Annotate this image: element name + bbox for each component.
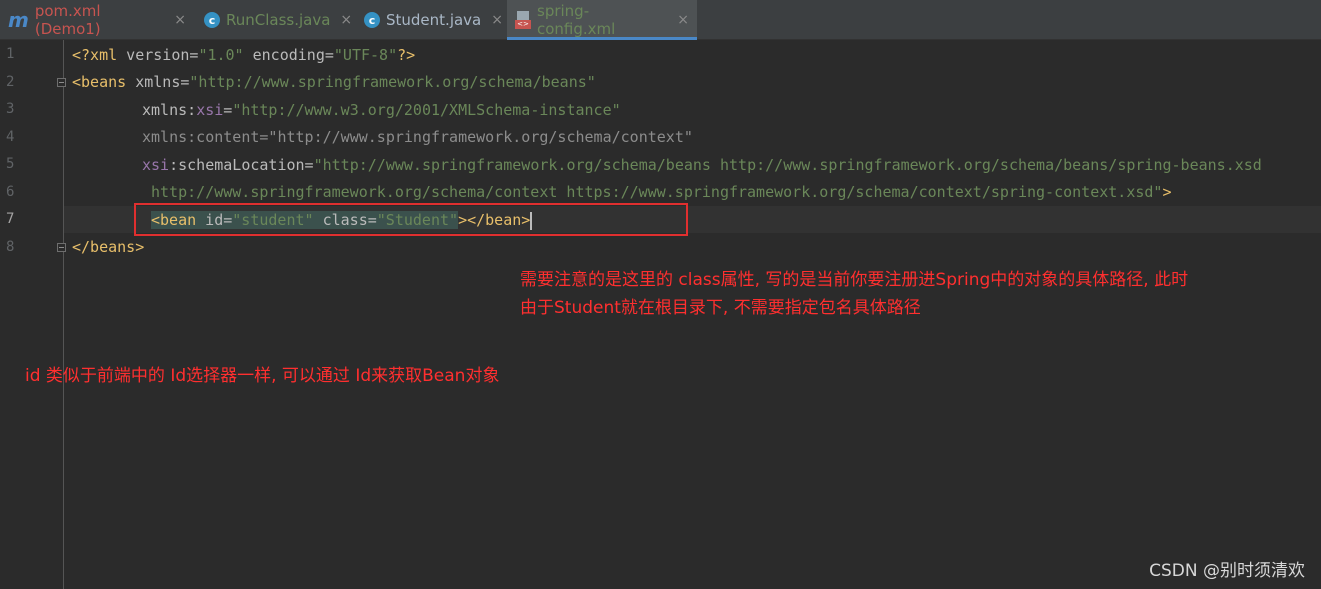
tab-label: Student.java	[386, 11, 482, 29]
java-class-icon: c	[364, 12, 380, 28]
tab-label: RunClass.java	[226, 11, 331, 29]
line-number-gutter[interactable]: 1 2 3 4 5 6 7 8	[0, 40, 66, 589]
line-number: 5	[6, 156, 15, 172]
code-line-8[interactable]: </beans>	[72, 234, 144, 261]
code-line-6[interactable]: http://www.springframework.org/schema/co…	[151, 179, 1171, 206]
line-number: 3	[6, 101, 15, 117]
code-line-3[interactable]: xmlns:xsi="http://www.w3.org/2001/XMLSch…	[142, 97, 621, 124]
close-icon[interactable]: ×	[340, 12, 352, 28]
tab-runclass-java[interactable]: c RunClass.java ×	[196, 0, 354, 40]
class-attribute-note: 需要注意的是这里的 class属性, 写的是当前你要注册进Spring中的对象的…	[520, 270, 1189, 290]
line-number: 2	[6, 74, 15, 90]
class-attribute-note-cont: 由于Student就在根目录下, 不需要指定包名具体路径	[520, 298, 921, 318]
tab-spring-config-xml[interactable]: <> spring-config.xml ×	[507, 0, 697, 40]
tab-label: spring-config.xml	[537, 2, 616, 38]
line-number: 8	[6, 239, 15, 255]
code-line-2[interactable]: <beans xmlns="http://www.springframework…	[72, 69, 596, 96]
line-number: 4	[6, 129, 15, 145]
code-line-5[interactable]: xsi:schemaLocation="http://www.springfra…	[142, 152, 1262, 179]
tab-student-java[interactable]: c Student.java ×	[356, 0, 504, 40]
line-number: 7	[6, 211, 15, 227]
java-class-icon: c	[204, 12, 220, 28]
close-icon[interactable]: ×	[677, 12, 689, 28]
id-attribute-note: id 类似于前端中的 Id选择器一样, 可以通过 Id来获取Bean对象	[25, 366, 500, 386]
line-number: 1	[6, 46, 15, 62]
fold-marker-icon[interactable]	[57, 78, 66, 87]
xml-file-icon: <>	[515, 11, 531, 29]
close-icon[interactable]: ×	[491, 12, 503, 28]
fold-marker-icon[interactable]	[57, 243, 66, 252]
code-line-1[interactable]: <?xml version="1.0" encoding="UTF-8"?>	[72, 42, 415, 69]
editor-tab-bar: m pom.xml (Demo1) × c RunClass.java × c …	[0, 0, 1321, 40]
maven-icon: m	[8, 8, 29, 32]
watermark: CSDN @别时须清欢	[1149, 561, 1305, 581]
tab-label: pom.xml (Demo1)	[34, 2, 101, 38]
line-number: 6	[6, 184, 15, 200]
highlight-box	[134, 203, 688, 236]
code-line-4[interactable]: xmlns:content="http://www.springframewor…	[142, 124, 693, 151]
close-icon[interactable]: ×	[174, 12, 186, 28]
tab-pom-xml[interactable]: m pom.xml (Demo1) ×	[0, 0, 194, 40]
